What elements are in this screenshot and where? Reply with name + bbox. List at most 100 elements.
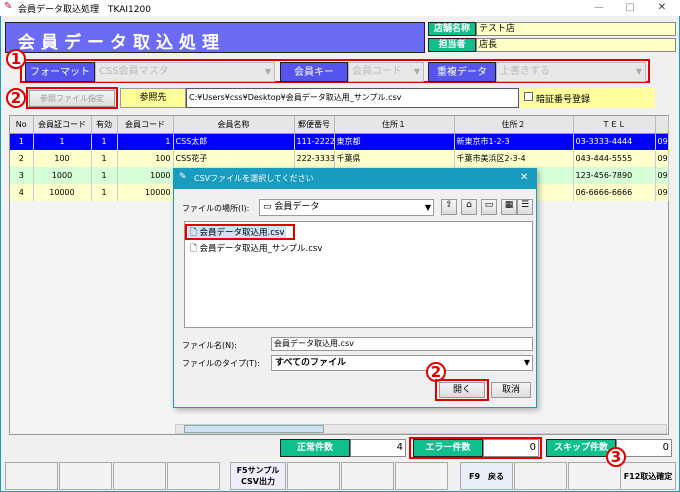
staff-value: 店長 [476,38,676,52]
fkey-empty[interactable] [113,462,166,490]
cell-member-code: 1000 [117,167,174,184]
cell-zip: 111-2222 [294,133,335,150]
dialog-close-button[interactable]: ✕ [520,172,528,183]
file-item[interactable]: 🗋 会員データ取込用.csv [188,226,287,238]
normal-count: 4 [350,439,406,457]
home-icon[interactable]: ⌂ [461,199,477,215]
checkbox-icon [524,92,533,101]
cell-card-code: 10000 [33,184,92,201]
format-value: CSS会員マスタ [99,66,169,77]
fkey-empty[interactable] [514,462,567,490]
cell-extra: 090- [655,184,669,201]
cell-name: CSS花子 [173,150,295,167]
cell-valid: 1 [91,167,118,184]
col-address2[interactable]: 住所２ [454,116,574,134]
member-key-label: 会員キー [280,62,348,82]
path-input[interactable]: C:¥Users¥css¥Desktop¥会員データ取込用_サンプル.csv [186,88,519,108]
scrollbar-thumb[interactable] [184,425,324,433]
cell-address1: 東京都 [334,133,455,150]
chevron-down-icon: ▼ [635,67,643,76]
filename-input[interactable]: 会員データ取込用.csv [271,337,533,351]
table-header: No 会員証コード 有効 会員コード 会員名称 郵便番号 住所１ 住所２ ＴＥＬ [10,116,669,134]
title-bar: ✎ 会員データ取込処理 TKAI1200 [0,0,680,16]
window-title: 会員データ取込処理 TKAI1200 [18,4,151,15]
step-badge-3: 3 [606,447,626,467]
error-count-label: エラー件数 [413,439,483,457]
file-name: 会員データ取込用.csv [199,228,285,238]
list-view-icon[interactable]: ▦ [501,199,517,215]
horizontal-scrollbar[interactable] [175,424,667,434]
filename-label: ファイル名(N): [182,341,237,350]
col-no[interactable]: No [10,116,34,134]
cell-valid: 1 [91,150,118,167]
cell-member-code: 1 [117,133,174,150]
cell-valid: 1 [91,133,118,150]
minimize-button[interactable]: — [585,0,613,16]
fkey-empty[interactable] [5,462,58,490]
col-zip[interactable]: 郵便番号 [294,116,335,134]
details-view-icon[interactable]: ☰ [517,199,533,215]
cell-tel: 06-6666-6666 [573,184,656,201]
f9-back-button[interactable]: F9 戻る [460,462,513,490]
lookin-label: ファイルの場所(I): [182,204,250,213]
cell-address2: 新東京市1-2-3 [454,133,574,150]
cell-extra: 090- [655,150,669,167]
cancel-button[interactable]: 取消 [491,382,531,398]
col-name[interactable]: 会員名称 [173,116,295,134]
up-folder-icon[interactable]: ⇧ [441,199,457,215]
cell-member-code: 10000 [117,184,174,201]
cell-name: CSS太郎 [173,133,295,150]
file-item[interactable]: 🗋 会員データ取込用_サンプル.csv [188,242,324,254]
open-button[interactable]: 開く [439,382,485,398]
cell-member-code: 100 [117,150,174,167]
staff-label: 担当者 [428,38,476,52]
filetype-select[interactable]: すべてのファイル ▼ [271,355,533,371]
col-valid[interactable]: 有効 [91,116,118,134]
reference-file-button[interactable]: 参照ファイル指定 [29,90,115,107]
chevron-down-icon: ▼ [413,67,421,76]
filetype-label: ファイルのタイプ(T): [182,359,260,368]
chevron-down-icon: ▼ [523,358,530,367]
cell-card-code: 100 [33,150,92,167]
format-select[interactable]: CSS会員マスタ ▼ [95,62,275,82]
store-label: 店舗名称 [428,22,476,36]
fkey-empty[interactable] [59,462,112,490]
f12-confirm-button[interactable]: F12取込確定 [620,462,676,490]
pin-checkbox[interactable]: 暗証番号登録 [520,88,655,108]
file-dialog: CSVファイルを選択してください ✎ ✕ ファイルの場所(I): ▭ 会員データ… [173,168,537,408]
duplicate-select[interactable]: 上書きする ▼ [496,62,646,82]
col-card-code[interactable]: 会員証コード [33,116,92,134]
col-extra[interactable] [655,116,669,134]
member-key-select[interactable]: 会員コード ▼ [348,62,424,82]
close-button[interactable]: ✕ [648,0,676,16]
step-badge-2: 2 [6,88,26,108]
table-row[interactable]: 1 1 1 1 CSS太郎 111-2222 東京都 新東京市1-2-3 03-3333-444… [10,133,669,150]
cell-no: 1 [10,133,34,150]
file-name: 会員データ取込用_サンプル.csv [199,244,323,254]
col-address1[interactable]: 住所１ [334,116,455,134]
cell-tel: 03-3333-4444 [573,133,656,150]
fkey-empty[interactable] [341,462,394,490]
col-tel[interactable]: ＴＥＬ [573,116,656,134]
cell-valid: 1 [91,184,118,201]
lookin-select[interactable]: ▭ 会員データ ▼ [259,199,434,216]
fkey-empty[interactable] [395,462,448,490]
col-member-code[interactable]: 会員コード [117,116,174,134]
new-folder-icon[interactable]: ▭ [481,199,497,215]
error-count: 0 [483,439,539,457]
dialog-icon: ✎ [179,172,187,182]
folder-icon: ▭ [263,202,275,212]
cell-card-code: 1000 [33,167,92,184]
duplicate-value: 上書きする [500,66,550,77]
cell-extra: 090- [655,133,669,150]
member-key-value: 会員コード [352,66,402,77]
pin-label: 暗証番号登録 [536,95,591,105]
maximize-button[interactable]: □ [616,0,644,16]
fkey-empty[interactable] [287,462,340,490]
cell-no: 4 [10,184,34,201]
f5-sample-csv-button[interactable]: F5サンプル CSV出力 [230,462,286,490]
fkey-empty[interactable] [167,462,220,490]
table-row[interactable]: 2 100 1 100 CSS花子 222-3333 千葉県 千葉市美浜区2-3-4 043-4… [10,150,669,167]
filetype-value: すべてのファイル [275,358,347,368]
cell-tel: 043-444-5555 [573,150,656,167]
